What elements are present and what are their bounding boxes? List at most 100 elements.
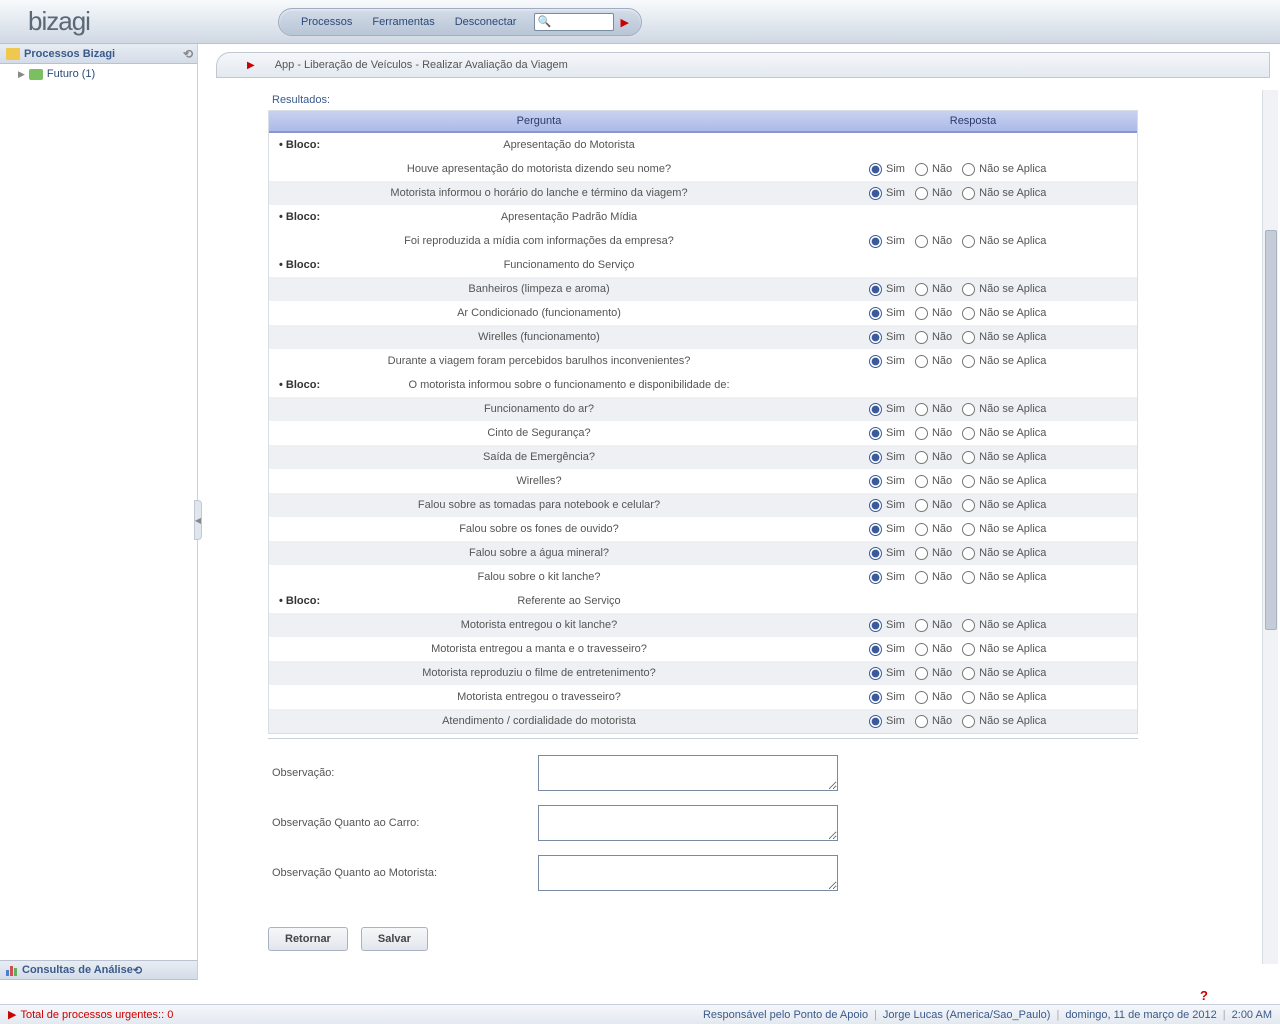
refresh-icon[interactable]: ⟲ [183, 47, 193, 61]
radio-sim[interactable] [869, 235, 882, 248]
radio-sim[interactable] [869, 307, 882, 320]
radio-na[interactable] [962, 403, 975, 416]
radio-nao-label: Não [932, 187, 952, 199]
radio-nao[interactable] [915, 163, 928, 176]
radio-nao[interactable] [915, 643, 928, 656]
radio-nao[interactable] [915, 547, 928, 560]
breadcrumb-text: App - Liberação de Veículos - Realizar A… [275, 59, 568, 71]
radio-nao-label: Não [932, 547, 952, 559]
radio-sim[interactable] [869, 163, 882, 176]
radio-na[interactable] [962, 619, 975, 632]
radio-sim[interactable] [869, 547, 882, 560]
radio-nao[interactable] [915, 451, 928, 464]
radio-sim[interactable] [869, 427, 882, 440]
radio-nao-label: Não [932, 643, 952, 655]
radio-sim[interactable] [869, 331, 882, 344]
radio-nao[interactable] [915, 715, 928, 728]
menu-ferramentas[interactable]: Ferramentas [372, 16, 434, 28]
radio-nao-label: Não [932, 307, 952, 319]
radio-na[interactable] [962, 331, 975, 344]
radio-na[interactable] [962, 235, 975, 248]
radio-sim[interactable] [869, 499, 882, 512]
observacao-textarea[interactable] [538, 755, 838, 791]
question-row: Foi reproduzida a mídia com informações … [269, 229, 1137, 253]
radio-sim[interactable] [869, 619, 882, 632]
radio-na[interactable] [962, 643, 975, 656]
help-icon[interactable]: ? [1200, 988, 1216, 1004]
radio-nao[interactable] [915, 427, 928, 440]
radio-na[interactable] [962, 355, 975, 368]
tree-expand-icon[interactable]: ▶ [18, 69, 25, 80]
scrollbar-thumb[interactable] [1265, 230, 1277, 630]
radio-na[interactable] [962, 163, 975, 176]
radio-na[interactable] [962, 283, 975, 296]
radio-nao[interactable] [915, 691, 928, 704]
sidebar-header-consultas[interactable]: Consultas de Análise ⟲ [0, 960, 197, 980]
radio-na-label: Não se Aplica [979, 475, 1046, 487]
radio-sim[interactable] [869, 475, 882, 488]
radio-sim[interactable] [869, 691, 882, 704]
block-label: • Bloco: [275, 139, 335, 151]
radio-sim[interactable] [869, 451, 882, 464]
block-title: Apresentação do Motorista [335, 139, 803, 151]
question-text: Wirelles (funcionamento) [269, 327, 809, 347]
radio-nao[interactable] [915, 571, 928, 584]
radio-na[interactable] [962, 691, 975, 704]
radio-sim-label: Sim [886, 619, 905, 631]
menu-processos[interactable]: Processos [301, 16, 352, 28]
radio-sim[interactable] [869, 403, 882, 416]
radio-nao[interactable] [915, 331, 928, 344]
radio-nao[interactable] [915, 283, 928, 296]
radio-sim[interactable] [869, 643, 882, 656]
radio-na[interactable] [962, 451, 975, 464]
radio-sim[interactable] [869, 523, 882, 536]
radio-sim[interactable] [869, 715, 882, 728]
radio-na-label: Não se Aplica [979, 499, 1046, 511]
radio-na[interactable] [962, 307, 975, 320]
radio-na[interactable] [962, 667, 975, 680]
block-row: • Bloco:Apresentação do Motorista [269, 133, 1137, 157]
question-row: Funcionamento do ar?SimNãoNão se Aplica [269, 397, 1137, 421]
radio-nao[interactable] [915, 307, 928, 320]
radio-na[interactable] [962, 427, 975, 440]
radio-sim-label: Sim [886, 283, 905, 295]
radio-na[interactable] [962, 715, 975, 728]
radio-na-label: Não se Aplica [979, 235, 1046, 247]
radio-nao[interactable] [915, 355, 928, 368]
radio-na-label: Não se Aplica [979, 355, 1046, 367]
radio-nao[interactable] [915, 619, 928, 632]
radio-sim-label: Sim [886, 643, 905, 655]
scrollbar[interactable] [1262, 90, 1278, 964]
radio-na[interactable] [962, 475, 975, 488]
content-scroll[interactable]: Resultados: Pergunta Resposta • Bloco:Ap… [198, 86, 1280, 964]
radio-sim[interactable] [869, 187, 882, 200]
sidebar-header-processos[interactable]: Processos Bizagi ⟲ [0, 44, 197, 64]
radio-nao-label: Não [932, 715, 952, 727]
radio-sim[interactable] [869, 571, 882, 584]
radio-na[interactable] [962, 523, 975, 536]
tree-item-futuro[interactable]: ▶ Futuro (1) [0, 64, 197, 84]
radio-na[interactable] [962, 547, 975, 560]
radio-sim[interactable] [869, 283, 882, 296]
radio-na[interactable] [962, 187, 975, 200]
salvar-button[interactable]: Salvar [361, 927, 428, 951]
radio-nao[interactable] [915, 187, 928, 200]
radio-nao[interactable] [915, 235, 928, 248]
radio-nao[interactable] [915, 667, 928, 680]
observacao-motorista-textarea[interactable] [538, 855, 838, 891]
refresh-icon-2[interactable]: ⟲ [133, 964, 142, 977]
radio-nao[interactable] [915, 499, 928, 512]
menu-desconectar[interactable]: Desconectar [455, 16, 517, 28]
radio-na[interactable] [962, 571, 975, 584]
radio-sim[interactable] [869, 355, 882, 368]
search-go-icon[interactable]: ▶ [620, 16, 628, 29]
observacao-carro-textarea[interactable] [538, 805, 838, 841]
retornar-button[interactable]: Retornar [268, 927, 348, 951]
search-box: 🔍 ▶ [534, 13, 628, 31]
radio-na[interactable] [962, 499, 975, 512]
radio-nao[interactable] [915, 403, 928, 416]
radio-na-label: Não se Aplica [979, 163, 1046, 175]
radio-nao[interactable] [915, 475, 928, 488]
radio-nao[interactable] [915, 523, 928, 536]
radio-sim[interactable] [869, 667, 882, 680]
